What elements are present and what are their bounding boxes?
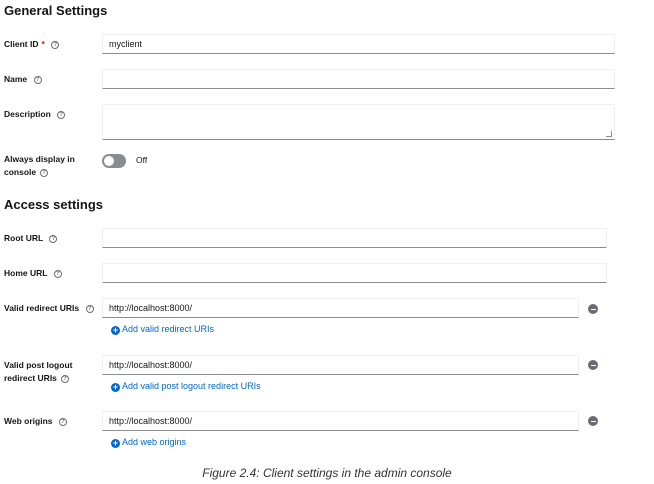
always-display-label-line1: Always display in — [4, 154, 75, 164]
help-icon[interactable]: ? — [57, 110, 66, 119]
required-asterisk: * — [41, 39, 45, 49]
post-logout-label: Valid post logout redirect URIs? — [4, 359, 72, 385]
remove-web-origin-icon[interactable] — [588, 416, 598, 426]
valid-redirect-label: Valid redirect URIs ? — [4, 302, 94, 315]
help-icon[interactable]: ? — [58, 417, 67, 426]
general-settings-heading: General Settings — [4, 3, 108, 18]
add-circle-icon: + — [111, 325, 120, 335]
help-icon[interactable]: ? — [40, 168, 49, 177]
remove-post-logout-icon[interactable] — [588, 360, 598, 370]
name-label-text: Name — [4, 74, 28, 84]
always-display-label-line2: console — [4, 167, 37, 177]
always-display-label: Always display in console? — [4, 153, 75, 179]
home-url-input[interactable] — [102, 263, 607, 283]
valid-redirect-input[interactable]: http://localhost:8000/ — [102, 298, 579, 318]
add-valid-redirect-link[interactable]: + Add valid redirect URIs — [111, 323, 214, 335]
help-icon[interactable]: ? — [49, 234, 58, 243]
client-id-input[interactable]: myclient — [102, 34, 615, 54]
help-icon[interactable]: ? — [85, 304, 94, 313]
always-display-label-line2-wrap: console? — [4, 166, 75, 179]
access-settings-heading: Access settings — [4, 197, 103, 212]
add-web-origins-link[interactable]: + Add web origins — [111, 436, 186, 448]
help-icon[interactable]: ? — [53, 269, 62, 278]
client-id-label-text: Client ID — [4, 39, 39, 49]
add-circle-icon: + — [111, 438, 120, 448]
name-input[interactable] — [102, 69, 615, 89]
description-textarea[interactable] — [102, 104, 615, 140]
add-valid-redirect-text: Add valid redirect URIs — [122, 324, 215, 334]
root-url-input[interactable] — [102, 228, 607, 248]
web-origins-label-text: Web origins — [4, 416, 53, 426]
help-icon[interactable]: ? — [51, 40, 60, 49]
web-origins-label: Web origins ? — [4, 415, 67, 428]
figure-caption: Figure 2.4: Client settings in the admin… — [202, 466, 452, 480]
post-logout-label-line1: Valid post logout — [4, 360, 73, 370]
client-id-label: Client ID * ? — [4, 38, 60, 51]
toggle-knob — [104, 156, 114, 166]
root-url-label-text: Root URL — [4, 233, 44, 243]
web-origins-input[interactable]: http://localhost:8000/ — [102, 411, 579, 431]
always-display-toggle[interactable] — [102, 154, 126, 168]
add-circle-icon: + — [111, 382, 120, 392]
home-url-label-text: Home URL — [4, 268, 48, 278]
resize-grip-icon[interactable] — [606, 131, 612, 137]
description-label-text: Description — [4, 109, 51, 119]
post-logout-input[interactable]: http://localhost:8000/ — [102, 355, 579, 375]
add-web-origins-text: Add web origins — [122, 437, 187, 447]
description-label: Description ? — [4, 108, 66, 121]
add-post-logout-text: Add valid post logout redirect URIs — [122, 381, 261, 391]
name-label: Name ? — [4, 73, 42, 86]
remove-valid-redirect-icon[interactable] — [588, 304, 598, 314]
root-url-label: Root URL ? — [4, 232, 58, 245]
home-url-label: Home URL ? — [4, 267, 62, 280]
valid-redirect-label-text: Valid redirect URIs — [4, 303, 80, 313]
help-icon[interactable]: ? — [33, 75, 42, 84]
help-icon[interactable]: ? — [60, 374, 69, 383]
post-logout-label-line2-wrap: redirect URIs? — [4, 372, 72, 385]
add-post-logout-link[interactable]: + Add valid post logout redirect URIs — [111, 380, 261, 392]
post-logout-label-line2: redirect URIs — [4, 373, 57, 383]
toggle-state-text: Off — [136, 155, 148, 165]
